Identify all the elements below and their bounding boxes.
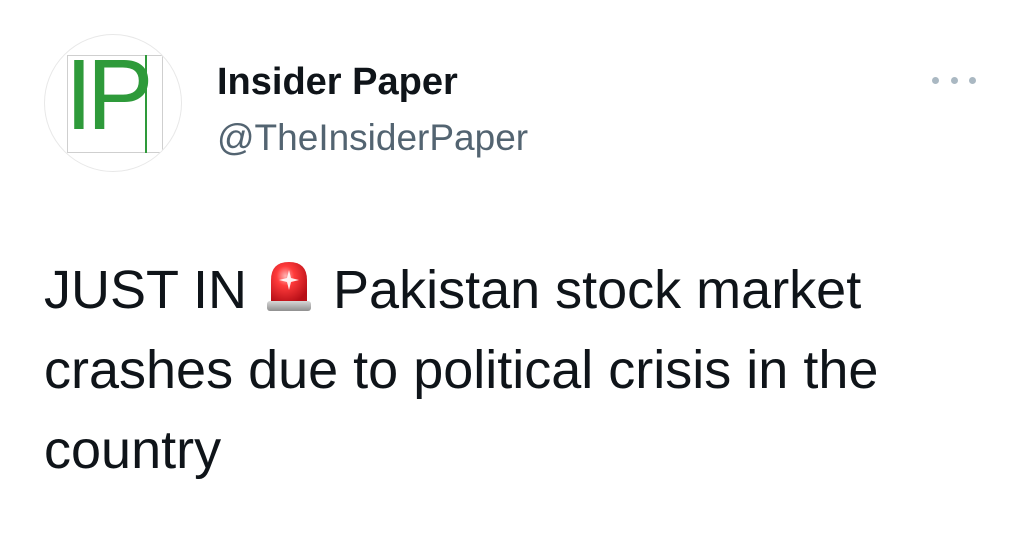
more-horizontal-icon-dot-3 — [969, 76, 976, 84]
more-options-button[interactable] — [932, 74, 976, 86]
avatar-logo-bar — [145, 55, 147, 153]
siren-icon — [263, 256, 315, 312]
tweet-text: JUST IN Pakistan stock market crashes du — [44, 250, 1004, 490]
author-name[interactable]: Insider Paper — [217, 60, 458, 104]
more-horizontal-icon-dot-2 — [950, 76, 958, 84]
avatar-logo-text: IP — [65, 39, 154, 151]
more-horizontal-icon — [932, 76, 939, 84]
avatar[interactable]: IP — [44, 34, 182, 172]
author-handle[interactable]: @TheInsiderPaper — [217, 116, 528, 160]
tweet-card: IP Insider Paper @TheInsiderPaper JUST I… — [0, 0, 1024, 536]
tweet-text-lead: JUST IN — [44, 260, 248, 320]
